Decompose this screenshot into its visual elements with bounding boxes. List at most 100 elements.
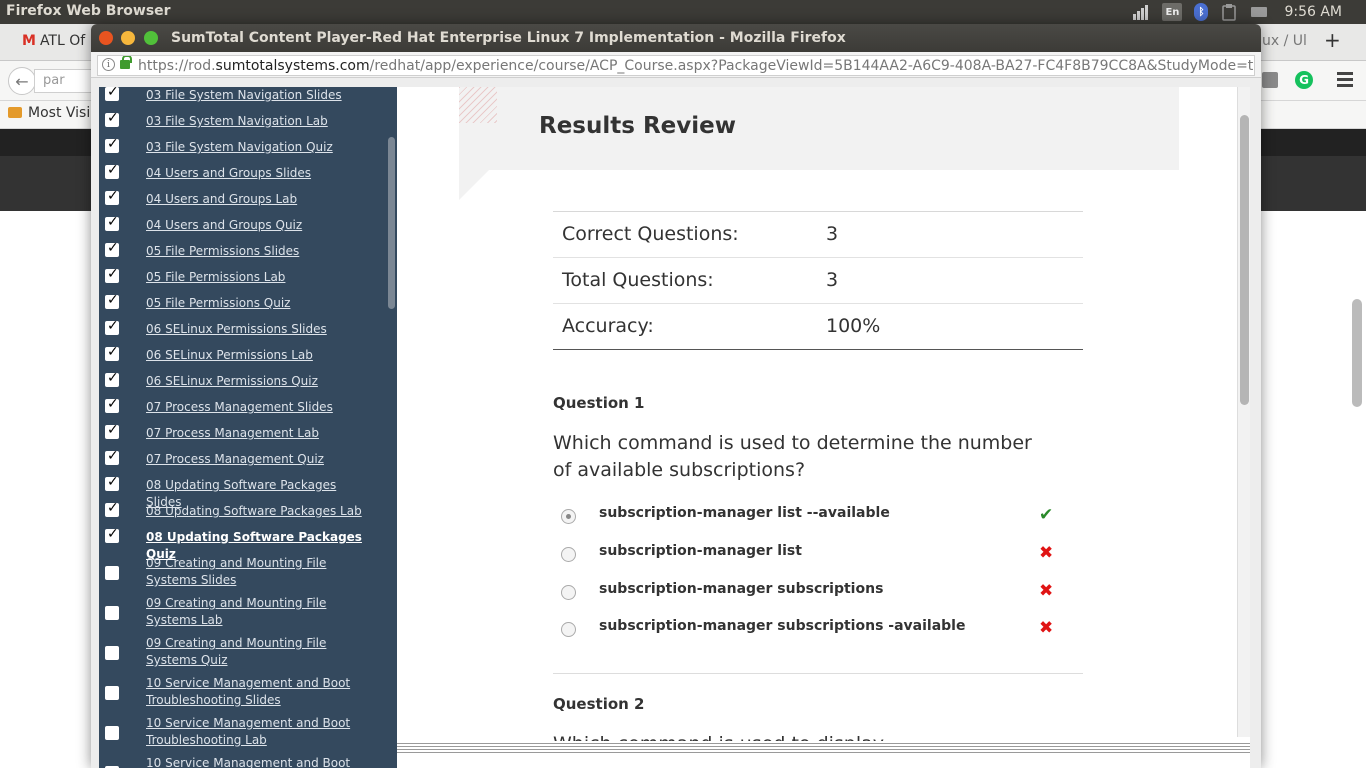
checkmark-icon: ✓ [107, 370, 119, 386]
background-tab-right[interactable]: ux / Ul [1262, 33, 1307, 49]
sidebar-item-label[interactable]: 10 Service Management and Boot Troublesh… [146, 715, 368, 749]
answer-option: subscription-manager subscriptions ✖ [553, 581, 1073, 605]
background-url-field[interactable]: par [34, 69, 96, 93]
sidebar-item-label[interactable]: 06 SELinux Permissions Quiz [146, 373, 368, 390]
sidebar-item-label[interactable]: 06 SELinux Permissions Lab [146, 347, 368, 364]
sidebar-item-label[interactable]: 08 Updating Software Packages Slides [146, 477, 368, 511]
folder-icon [8, 107, 22, 118]
sidebar-item-label[interactable]: 09 Creating and Mounting File Systems La… [146, 595, 368, 629]
radio-selected [561, 509, 576, 524]
checked-checkbox[interactable]: ✓ [105, 292, 119, 309]
unchecked-checkbox[interactable] [105, 566, 119, 580]
sidebar-item-label[interactable]: 05 File Permissions Quiz [146, 295, 368, 312]
content-bottom-edge [397, 741, 1250, 768]
battery-icon[interactable] [1250, 4, 1268, 20]
unchecked-checkbox[interactable] [105, 686, 119, 700]
back-arrow-icon[interactable]: ← [8, 67, 36, 95]
hamburger-menu-icon[interactable] [1337, 70, 1353, 90]
sidebar-item-label[interactable]: 03 File System Navigation Slides [146, 87, 368, 104]
checked-checkbox[interactable]: ✓ [105, 500, 119, 517]
sidebar-item-label[interactable]: 07 Process Management Quiz [146, 451, 368, 468]
checkmark-icon: ✓ [107, 318, 119, 334]
url-text: https://rod.sumtotalsystems.com/redhat/a… [138, 58, 1254, 74]
bottom-edge-lines [397, 741, 1250, 753]
sidebar-item-label[interactable]: 08 Updating Software Packages Quiz [146, 529, 368, 563]
checked-checkbox[interactable]: ✓ [105, 474, 119, 491]
answer-option-text: subscription-manager list [599, 543, 802, 559]
checkmark-icon: ✓ [107, 240, 119, 256]
checked-checkbox[interactable]: ✓ [105, 344, 119, 361]
background-tab-gmail[interactable]: M ATL Of [22, 33, 85, 49]
bookmark-most-visited[interactable]: Most Visi [8, 105, 90, 121]
background-scrollbar[interactable] [1352, 299, 1362, 407]
sidebar-item-label[interactable]: 09 Creating and Mounting File Systems Qu… [146, 635, 368, 669]
keyboard-layout-indicator[interactable]: En [1162, 3, 1183, 21]
extension-icon[interactable] [1262, 72, 1278, 88]
checked-checkbox[interactable]: ✓ [105, 188, 119, 205]
incorrect-x-icon: ✖ [1039, 581, 1054, 601]
stat-label: Total Questions: [562, 269, 714, 291]
sidebar-item-label[interactable]: 04 Users and Groups Quiz [146, 217, 368, 234]
sidebar-item-label[interactable]: 07 Process Management Slides [146, 399, 368, 416]
stat-value: 100% [826, 315, 881, 337]
header-decoration [459, 87, 497, 123]
checked-checkbox[interactable]: ✓ [105, 422, 119, 439]
stat-row-total: Total Questions: 3 [553, 258, 1083, 304]
sidebar-item-label[interactable]: 07 Process Management Lab [146, 425, 368, 442]
course-outline-sidebar: 10 Service Management and Boot 10 Service… [99, 87, 397, 768]
radio-unselected [561, 622, 576, 637]
url-domain: sumtotalsystems.com [215, 58, 370, 74]
new-tab-icon[interactable]: + [1324, 28, 1341, 52]
checked-checkbox[interactable]: ✓ [105, 526, 119, 543]
sidebar-item-label[interactable]: 06 SELinux Permissions Slides [146, 321, 368, 338]
info-icon[interactable]: i [102, 58, 115, 71]
checked-checkbox[interactable]: ✓ [105, 162, 119, 179]
checked-checkbox[interactable]: ✓ [105, 396, 119, 413]
content-scrollbar-thumb[interactable] [1240, 115, 1249, 405]
unchecked-checkbox[interactable] [105, 726, 119, 740]
minimize-window-button[interactable] [121, 31, 135, 45]
sidebar-item-label[interactable]: 04 Users and Groups Slides [146, 165, 368, 182]
content-player-window: SumTotal Content Player-Red Hat Enterpri… [91, 24, 1261, 768]
bluetooth-icon[interactable]: ᛒ [1194, 3, 1209, 21]
sidebar-item-label[interactable]: 03 File System Navigation Lab [146, 113, 368, 130]
results-title: Results Review [539, 113, 736, 139]
checked-checkbox[interactable]: ✓ [105, 266, 119, 283]
address-field[interactable]: i https://rod.sumtotalsystems.com/redhat… [97, 55, 1255, 76]
maximize-window-button[interactable] [144, 31, 158, 45]
checked-checkbox[interactable]: ✓ [105, 110, 119, 127]
clipboard-icon[interactable] [1220, 4, 1238, 21]
sidebar-item-label[interactable]: 05 File Permissions Slides [146, 243, 368, 260]
question-1-text: Which command is used to determine the n… [553, 432, 1032, 481]
sidebar-item-label[interactable]: 05 File Permissions Lab [146, 269, 368, 286]
checked-checkbox[interactable]: ✓ [105, 448, 119, 465]
sidebar-item-label[interactable]: 10 Service Management and Boot [146, 755, 368, 768]
question-1-heading: Question 1 [553, 394, 645, 412]
sidebar-item-label[interactable]: 04 Users and Groups Lab [146, 191, 368, 208]
unchecked-checkbox[interactable] [105, 606, 119, 620]
results-content: Results Review Correct Questions: 3 Tota… [397, 87, 1250, 768]
sidebar-item-label[interactable]: 10 Service Management and Boot Troublesh… [146, 675, 368, 709]
radio-unselected [561, 585, 576, 600]
checkmark-icon: ✓ [107, 292, 119, 308]
answer-option: subscription-manager subscriptions -avai… [553, 618, 1073, 642]
background-tab-label: ATL Of [39, 33, 86, 49]
checked-checkbox[interactable]: ✓ [105, 318, 119, 335]
incorrect-x-icon: ✖ [1039, 543, 1054, 563]
lock-icon[interactable] [120, 56, 132, 69]
system-tray: En ᛒ 9:56 AM [1132, 0, 1366, 24]
sidebar-scrollbar-thumb[interactable] [388, 137, 395, 309]
checked-checkbox[interactable]: ✓ [105, 136, 119, 153]
checked-checkbox[interactable]: ✓ [105, 87, 119, 101]
sidebar-item-label[interactable]: 03 File System Navigation Quiz [146, 139, 368, 156]
checked-checkbox[interactable]: ✓ [105, 214, 119, 231]
checked-checkbox[interactable]: ✓ [105, 240, 119, 257]
question-divider [553, 673, 1083, 674]
checked-checkbox[interactable]: ✓ [105, 370, 119, 387]
unchecked-checkbox[interactable] [105, 646, 119, 660]
close-window-button[interactable] [99, 31, 113, 45]
grammarly-icon[interactable]: G [1295, 71, 1313, 89]
signal-icon[interactable] [1132, 4, 1150, 20]
clock[interactable]: 9:56 AM [1284, 4, 1342, 20]
answer-option: subscription-manager list ✖ [553, 543, 1073, 567]
